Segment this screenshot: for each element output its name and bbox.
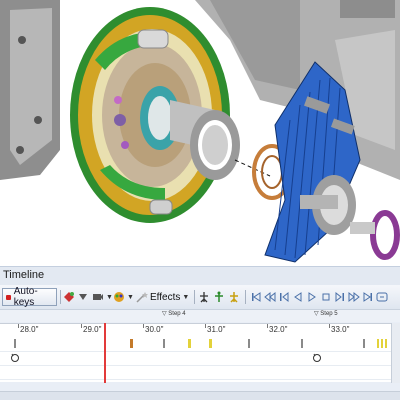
- add-key-button[interactable]: [63, 288, 75, 306]
- loop-button[interactable]: [376, 288, 388, 306]
- timeline-toolbar: Auto-keys ▼ ▼ Effects ▼: [0, 285, 400, 310]
- panel-title-bar: Timeline: [0, 266, 400, 286]
- chevron-down-icon: ▼: [182, 293, 190, 301]
- playhead[interactable]: [104, 323, 106, 383]
- play-reverse-button[interactable]: [292, 288, 304, 306]
- play-icon: [308, 292, 316, 302]
- keyframe[interactable]: [363, 339, 365, 348]
- ruler-tick-label: 33.0": [331, 325, 350, 334]
- key-dropdown-icon: [79, 294, 87, 300]
- auto-keys-label: Auto-keys: [13, 286, 38, 308]
- ruler-tick-label: 31.0": [207, 325, 226, 334]
- keyframe[interactable]: [188, 339, 191, 348]
- chevron-down-icon: ▼: [106, 293, 113, 301]
- play-button[interactable]: [306, 288, 318, 306]
- toolbar-separator: [245, 290, 246, 304]
- keyframe[interactable]: [381, 339, 383, 348]
- step-marker[interactable]: ▽ Step 4: [162, 310, 186, 317]
- prev-key-icon: [264, 291, 276, 303]
- timeline-panel: Timeline Auto-keys ▼ ▼ Effects ▼ ▽ Step …: [0, 266, 400, 400]
- camera-key-icon[interactable]: [312, 353, 322, 363]
- camera-icon: [93, 294, 103, 300]
- record-icon: [6, 294, 11, 300]
- key-add-icon: [64, 292, 74, 302]
- pose-button-2[interactable]: [213, 288, 225, 306]
- key-options-button[interactable]: [77, 288, 89, 306]
- effects-icon: [136, 292, 148, 303]
- pose-green-icon: [215, 291, 223, 302]
- keyframe[interactable]: [385, 339, 387, 348]
- horizontal-scrollbar[interactable]: [0, 391, 400, 400]
- prev-key-button[interactable]: [264, 288, 276, 306]
- step-label: Step 5: [320, 311, 338, 317]
- go-to-start-button[interactable]: [250, 288, 262, 306]
- panel-title: Timeline: [3, 269, 45, 281]
- loop-icon: [376, 292, 388, 302]
- stop-button[interactable]: [320, 288, 332, 306]
- timeline-tracks[interactable]: [0, 337, 392, 382]
- ruler-tick-label: 29.0": [83, 325, 102, 334]
- go-to-end-button[interactable]: [362, 288, 374, 306]
- next-key-icon: [348, 291, 360, 303]
- pose-button-3[interactable]: [228, 288, 240, 306]
- step-marker[interactable]: ▽ Step 5: [314, 310, 338, 317]
- toolbar-separator: [194, 290, 195, 304]
- 3d-viewport[interactable]: [0, 0, 400, 266]
- toolbar-separator: [60, 290, 61, 304]
- step-label: Step 4: [168, 311, 186, 317]
- step-markers-row: ▽ Step 4 ▽ Step 5: [0, 310, 400, 322]
- keyframe[interactable]: [14, 339, 16, 348]
- stop-icon: [322, 293, 330, 301]
- effects-label: Effects: [150, 291, 181, 303]
- 3d-model-icon: [0, 0, 400, 263]
- keyframe[interactable]: [163, 339, 165, 348]
- camera-key-button[interactable]: ▼: [92, 288, 113, 306]
- ruler-tick: [329, 324, 330, 328]
- skip-start-icon: [252, 292, 261, 302]
- ruler-tick-label: 32.0": [269, 325, 288, 334]
- track-row[interactable]: [0, 351, 392, 366]
- ruler-tick: [18, 324, 19, 328]
- next-frame-button[interactable]: [334, 288, 346, 306]
- keyframe[interactable]: [248, 339, 250, 348]
- camera-key-icon[interactable]: [10, 353, 20, 363]
- skip-end-icon: [363, 292, 372, 302]
- auto-keys-button[interactable]: Auto-keys: [2, 286, 57, 308]
- track-row[interactable]: [0, 337, 392, 352]
- pose-icon: [200, 292, 208, 303]
- ruler-tick-label: 28.0": [20, 325, 39, 334]
- play-reverse-icon: [294, 292, 302, 302]
- keyframe[interactable]: [377, 339, 379, 348]
- time-ruler[interactable]: 28.0" 29.0" 30.0" 31.0" 32.0" 33.0": [0, 323, 400, 338]
- ruler-tick-label: 30.0": [145, 325, 164, 334]
- ruler-tick: [143, 324, 144, 328]
- ruler-tick: [267, 324, 268, 328]
- chevron-down-icon: ▼: [127, 293, 134, 301]
- next-key-button[interactable]: [348, 288, 360, 306]
- vertical-scrollbar[interactable]: [391, 323, 400, 383]
- next-frame-icon: [335, 291, 344, 303]
- track-row[interactable]: [0, 365, 392, 380]
- keyframe[interactable]: [209, 339, 212, 348]
- color-palette-icon: [114, 292, 124, 302]
- ruler-tick: [81, 324, 82, 328]
- ruler-tick: [205, 324, 206, 328]
- pose-yellow-icon: [230, 292, 238, 303]
- keyframe[interactable]: [130, 339, 133, 348]
- effects-dropdown[interactable]: Effects ▼: [136, 288, 189, 306]
- keyframe[interactable]: [301, 339, 303, 348]
- pose-button-1[interactable]: [198, 288, 210, 306]
- color-key-button[interactable]: ▼: [113, 288, 134, 306]
- prev-frame-button[interactable]: [278, 288, 290, 306]
- prev-frame-icon: [280, 291, 289, 303]
